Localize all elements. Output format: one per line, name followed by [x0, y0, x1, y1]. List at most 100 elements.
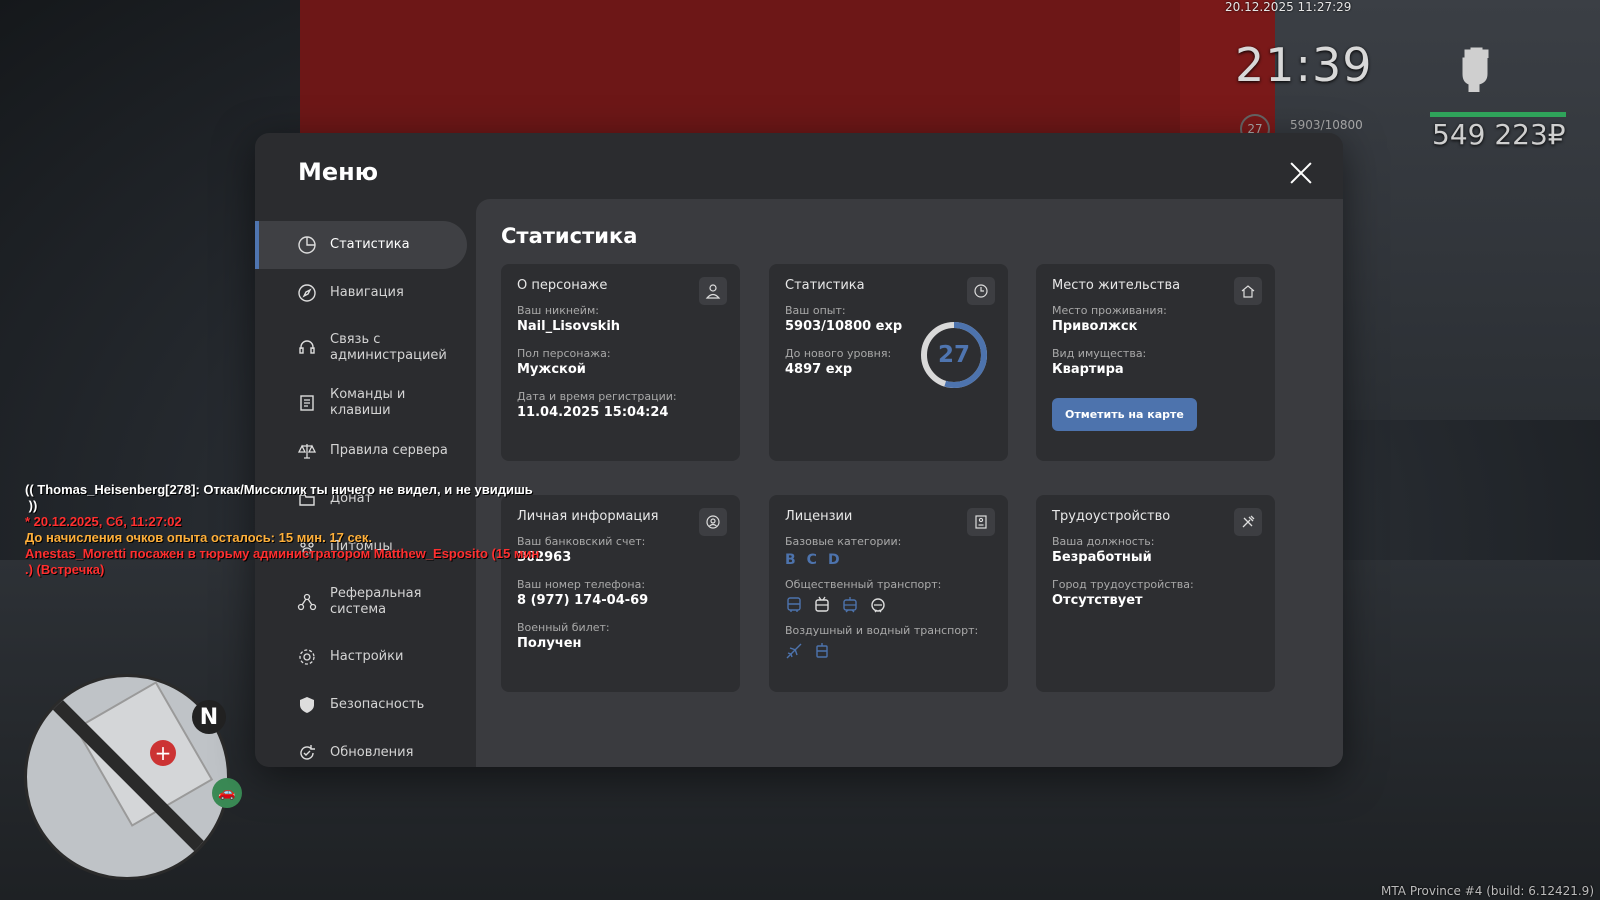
- chat-line: )): [25, 498, 38, 513]
- trolleybus-icon: [813, 596, 831, 614]
- residence-place-label: Место проживания:: [1052, 304, 1167, 317]
- exp-label: Ваш опыт:: [785, 304, 846, 317]
- mark-on-map-button[interactable]: Отметить на карте: [1052, 398, 1197, 431]
- background-red-wall: [300, 0, 1180, 140]
- sidebar-item-security[interactable]: Безопасность: [255, 681, 467, 729]
- registration-value: 11.04.2025 15:04:24: [517, 405, 669, 420]
- license-icon[interactable]: [967, 508, 995, 536]
- category-d: D: [827, 552, 840, 568]
- sidebar-item-updates[interactable]: Обновления: [255, 729, 467, 777]
- sidebar-item-label: Статистика: [330, 237, 410, 252]
- minimap-block: [74, 681, 214, 827]
- sidebar-item-label: Реферальная система: [330, 586, 422, 617]
- card-title: Место жительства: [1052, 278, 1181, 293]
- public-transport-icons: [785, 596, 992, 614]
- hud-exp: 5903/10800: [1290, 118, 1363, 132]
- card-title: Личная информация: [517, 509, 659, 524]
- sidebar-item-commands[interactable]: Команды и клавиши: [255, 379, 467, 427]
- air-water-transport-icons: [785, 642, 992, 660]
- fist-icon: [1455, 44, 1495, 93]
- menu-modal: Меню Статистика Навигация Связь с админи…: [255, 133, 1343, 767]
- card-residence: Место жительства Место проживания: Приво…: [1036, 264, 1275, 461]
- page-title: Статистика: [501, 224, 638, 248]
- chat-line: .) (Встречка): [25, 562, 105, 577]
- card-character: О персонаже Ваш никнейм: Nail_Lisovskih …: [501, 264, 740, 461]
- card-stats: Статистика Ваш опыт: 5903/10800 exp До н…: [769, 264, 1008, 461]
- chat-line: * 20.12.2025, Сб, 11:27:02: [25, 514, 182, 529]
- chat-log: (( Thomas_Heisenberg[278]: Откак/Мисскли…: [25, 482, 539, 578]
- sidebar-item-label: Настройки: [330, 649, 404, 664]
- id-icon[interactable]: [699, 508, 727, 536]
- user-icon[interactable]: [699, 277, 727, 305]
- card-title: Лицензии: [785, 509, 853, 524]
- employment-city-label: Город трудоустройства:: [1052, 578, 1194, 591]
- sidebar-item-rules[interactable]: Правила сервера: [255, 427, 467, 475]
- chat-line: (( Thomas_Heisenberg[278]: Откак/Мисскли…: [25, 482, 533, 497]
- plane-icon: [785, 642, 803, 660]
- sidebar-item-navigation[interactable]: Навигация: [255, 269, 467, 317]
- employment-city-value: Отсутствует: [1052, 593, 1143, 608]
- nickname-label: Ваш никнейм:: [517, 304, 599, 317]
- hud-money: 549 223₽: [1432, 118, 1566, 151]
- category-c: C: [806, 552, 817, 568]
- gear-icon: [299, 649, 315, 665]
- shield-icon: [300, 697, 314, 713]
- pie-chart-icon: [298, 236, 316, 254]
- network-icon: [297, 593, 317, 611]
- compass-icon: [298, 284, 316, 302]
- nickname-value: Nail_Lisovskih: [517, 319, 621, 334]
- basic-categories: B C D: [785, 552, 992, 568]
- public-transport-label: Общественный транспорт:: [785, 578, 942, 591]
- boat-icon: [813, 642, 831, 660]
- sidebar-item-label: Команды и клавиши: [330, 387, 406, 418]
- gender-value: Мужской: [517, 362, 586, 377]
- bank-label: Ваш банковский счет:: [517, 535, 646, 548]
- registration-label: Дата и время регистрации:: [517, 390, 677, 403]
- chat-line: До начисления очков опыта осталось: 15 м…: [25, 530, 373, 545]
- sidebar-item-label: Навигация: [330, 285, 404, 300]
- bus-icon: [785, 596, 803, 614]
- card-title: Статистика: [785, 278, 865, 293]
- card-title: О персонаже: [517, 278, 608, 293]
- sidebar-item-referral[interactable]: Реферальная система: [255, 571, 467, 633]
- property-type-label: Вид имущества:: [1052, 347, 1147, 360]
- refresh-icon: [300, 745, 315, 760]
- hospital-icon: +: [150, 740, 176, 766]
- modal-title: Меню: [298, 158, 379, 186]
- sidebar-item-label: Связь с администрацией: [330, 332, 447, 363]
- close-icon[interactable]: [1287, 159, 1315, 187]
- military-value: Получен: [517, 636, 582, 651]
- card-licenses: Лицензии Базовые категории: B C D Общест…: [769, 495, 1008, 692]
- document-icon: [300, 395, 314, 411]
- north-icon: N: [192, 700, 226, 734]
- military-label: Военный билет:: [517, 621, 610, 634]
- hud-clock: 21:39: [1235, 38, 1373, 92]
- headset-icon: [299, 340, 315, 354]
- property-type-value: Квартира: [1052, 362, 1124, 377]
- sidebar-item-label: Правила сервера: [330, 443, 448, 458]
- sidebar-item-admin-contact[interactable]: Связь с администрацией: [255, 317, 467, 379]
- position-label: Ваша должность:: [1052, 535, 1155, 548]
- car-icon: 🚗: [212, 778, 242, 808]
- gender-label: Пол персонажа:: [517, 347, 611, 360]
- residence-place-value: Приволжск: [1052, 319, 1138, 334]
- home-icon[interactable]: [1234, 277, 1262, 305]
- scales-icon: [297, 444, 317, 459]
- card-employment: Трудоустройство Ваша должность: Безработ…: [1036, 495, 1275, 692]
- build-info: MTA Province #4 (build: 6.12421.9): [1381, 884, 1594, 898]
- sidebar-item-statistics[interactable]: Статистика: [255, 221, 467, 269]
- sidebar-item-settings[interactable]: Настройки: [255, 633, 467, 681]
- position-value: Безработный: [1052, 550, 1152, 565]
- hud-health-bar: [1430, 112, 1566, 117]
- clock-icon[interactable]: [967, 277, 995, 305]
- metro-icon: [869, 596, 887, 614]
- category-b: B: [785, 552, 796, 568]
- tram-icon: [841, 596, 859, 614]
- basic-categories-label: Базовые категории:: [785, 535, 902, 548]
- air-water-transport-label: Воздушный и водный транспорт:: [785, 624, 979, 637]
- phone-label: Ваш номер телефона:: [517, 578, 646, 591]
- phone-value: 8 (977) 174-04-69: [517, 593, 649, 608]
- sidebar-item-label: Безопасность: [330, 697, 425, 712]
- hud-datetime: 20.12.2025 11:27:29: [1225, 0, 1352, 14]
- tools-icon[interactable]: [1234, 508, 1262, 536]
